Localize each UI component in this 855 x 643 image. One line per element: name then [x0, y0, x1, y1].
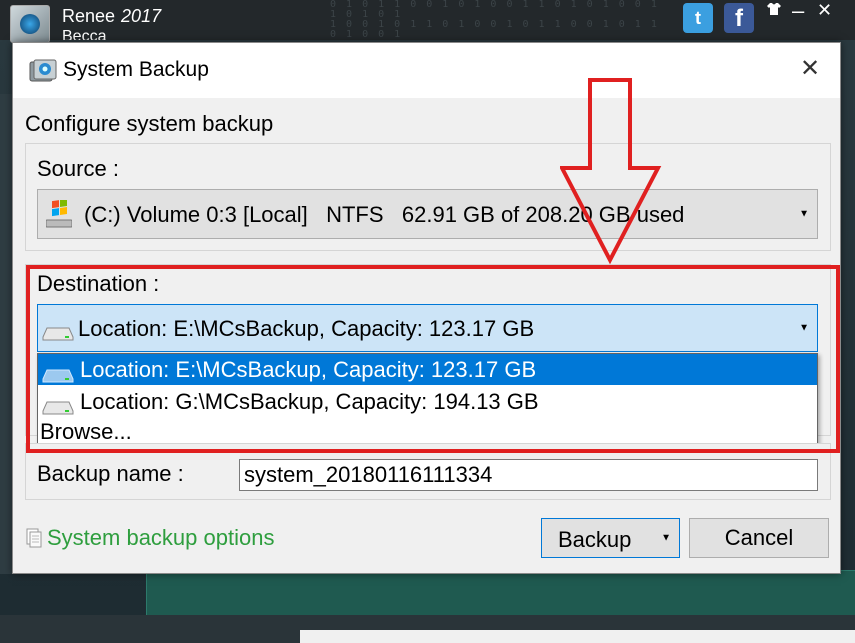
background-sidebar: [0, 94, 12, 574]
close-icon[interactable]: ✕: [797, 56, 823, 82]
destination-option-e[interactable]: Location: E:\MCsBackup, Capacity: 123.17…: [38, 354, 817, 385]
option-label: Browse...: [40, 419, 132, 444]
destination-value: Location: E:\MCsBackup, Capacity: 123.17…: [78, 316, 535, 341]
dialog-titlebar: System Backup ✕: [13, 43, 840, 98]
cancel-button[interactable]: Cancel: [689, 518, 829, 558]
app-name: Renee: [62, 6, 116, 26]
app-logo-icon: [10, 5, 50, 43]
twitter-icon[interactable]: t: [683, 3, 713, 33]
backup-button[interactable]: Backup ▼: [541, 518, 680, 558]
background-app-header: Renee 2017 Becca 0 1 0 1 1 0 0 1 0 1 0 0 …: [0, 0, 855, 43]
background-panel: [146, 570, 855, 617]
dialog-heading: Configure system backup: [25, 111, 274, 136]
windows-drive-icon: [45, 199, 73, 228]
minimize-icon[interactable]: –: [792, 0, 804, 24]
binary-pattern-decoration: 0 1 0 1 1 0 0 1 0 1 0 0 1 1 0 1 0 1 0 0 …: [330, 0, 659, 40]
destination-label: Destination :: [37, 271, 160, 296]
drive-icon: [42, 363, 74, 383]
backup-button-label: Backup: [558, 527, 632, 552]
app-year: 2017: [121, 6, 162, 26]
backup-name-label: Backup name :: [37, 461, 184, 486]
option-label: Location: G:\MCsBackup, Capacity: 194.13…: [80, 389, 539, 414]
source-select[interactable]: (C:) Volume 0:3 [Local] NTFS 62.91 GB of…: [37, 189, 818, 239]
background-footer-area: [300, 630, 855, 643]
document-settings-icon: [25, 528, 43, 548]
dialog-title: System Backup: [63, 58, 209, 81]
source-value: (C:) Volume 0:3 [Local] NTFS 62.91 GB of…: [84, 202, 685, 227]
background-app-title: Renee 2017: [62, 6, 161, 26]
option-label: Location: E:\MCsBackup, Capacity: 123.17…: [80, 357, 537, 382]
destination-option-g[interactable]: Location: G:\MCsBackup, Capacity: 194.13…: [38, 386, 817, 417]
drive-icon: [42, 395, 74, 415]
drive-icon: [42, 321, 74, 341]
skin-icon[interactable]: [766, 2, 782, 21]
options-link-label: System backup options: [47, 525, 275, 550]
system-backup-dialog: System Backup ✕ Configure system backup …: [12, 42, 841, 574]
backup-name-input[interactable]: [239, 459, 818, 491]
facebook-icon[interactable]: f: [724, 3, 754, 33]
system-backup-options-link[interactable]: System backup options: [25, 525, 274, 551]
chevron-down-icon: ▼: [799, 322, 809, 334]
source-label: Source :: [37, 156, 119, 181]
chevron-down-icon: ▼: [799, 208, 809, 220]
chevron-down-icon[interactable]: ▼: [661, 533, 671, 544]
destination-dropdown-list: Location: E:\MCsBackup, Capacity: 123.17…: [37, 353, 818, 447]
backup-app-icon: [29, 59, 57, 83]
background-app-subtitle: Becca: [62, 30, 107, 40]
destination-select[interactable]: Location: E:\MCsBackup, Capacity: 123.17…: [37, 304, 818, 352]
app-close-icon[interactable]: ✕: [817, 0, 832, 21]
